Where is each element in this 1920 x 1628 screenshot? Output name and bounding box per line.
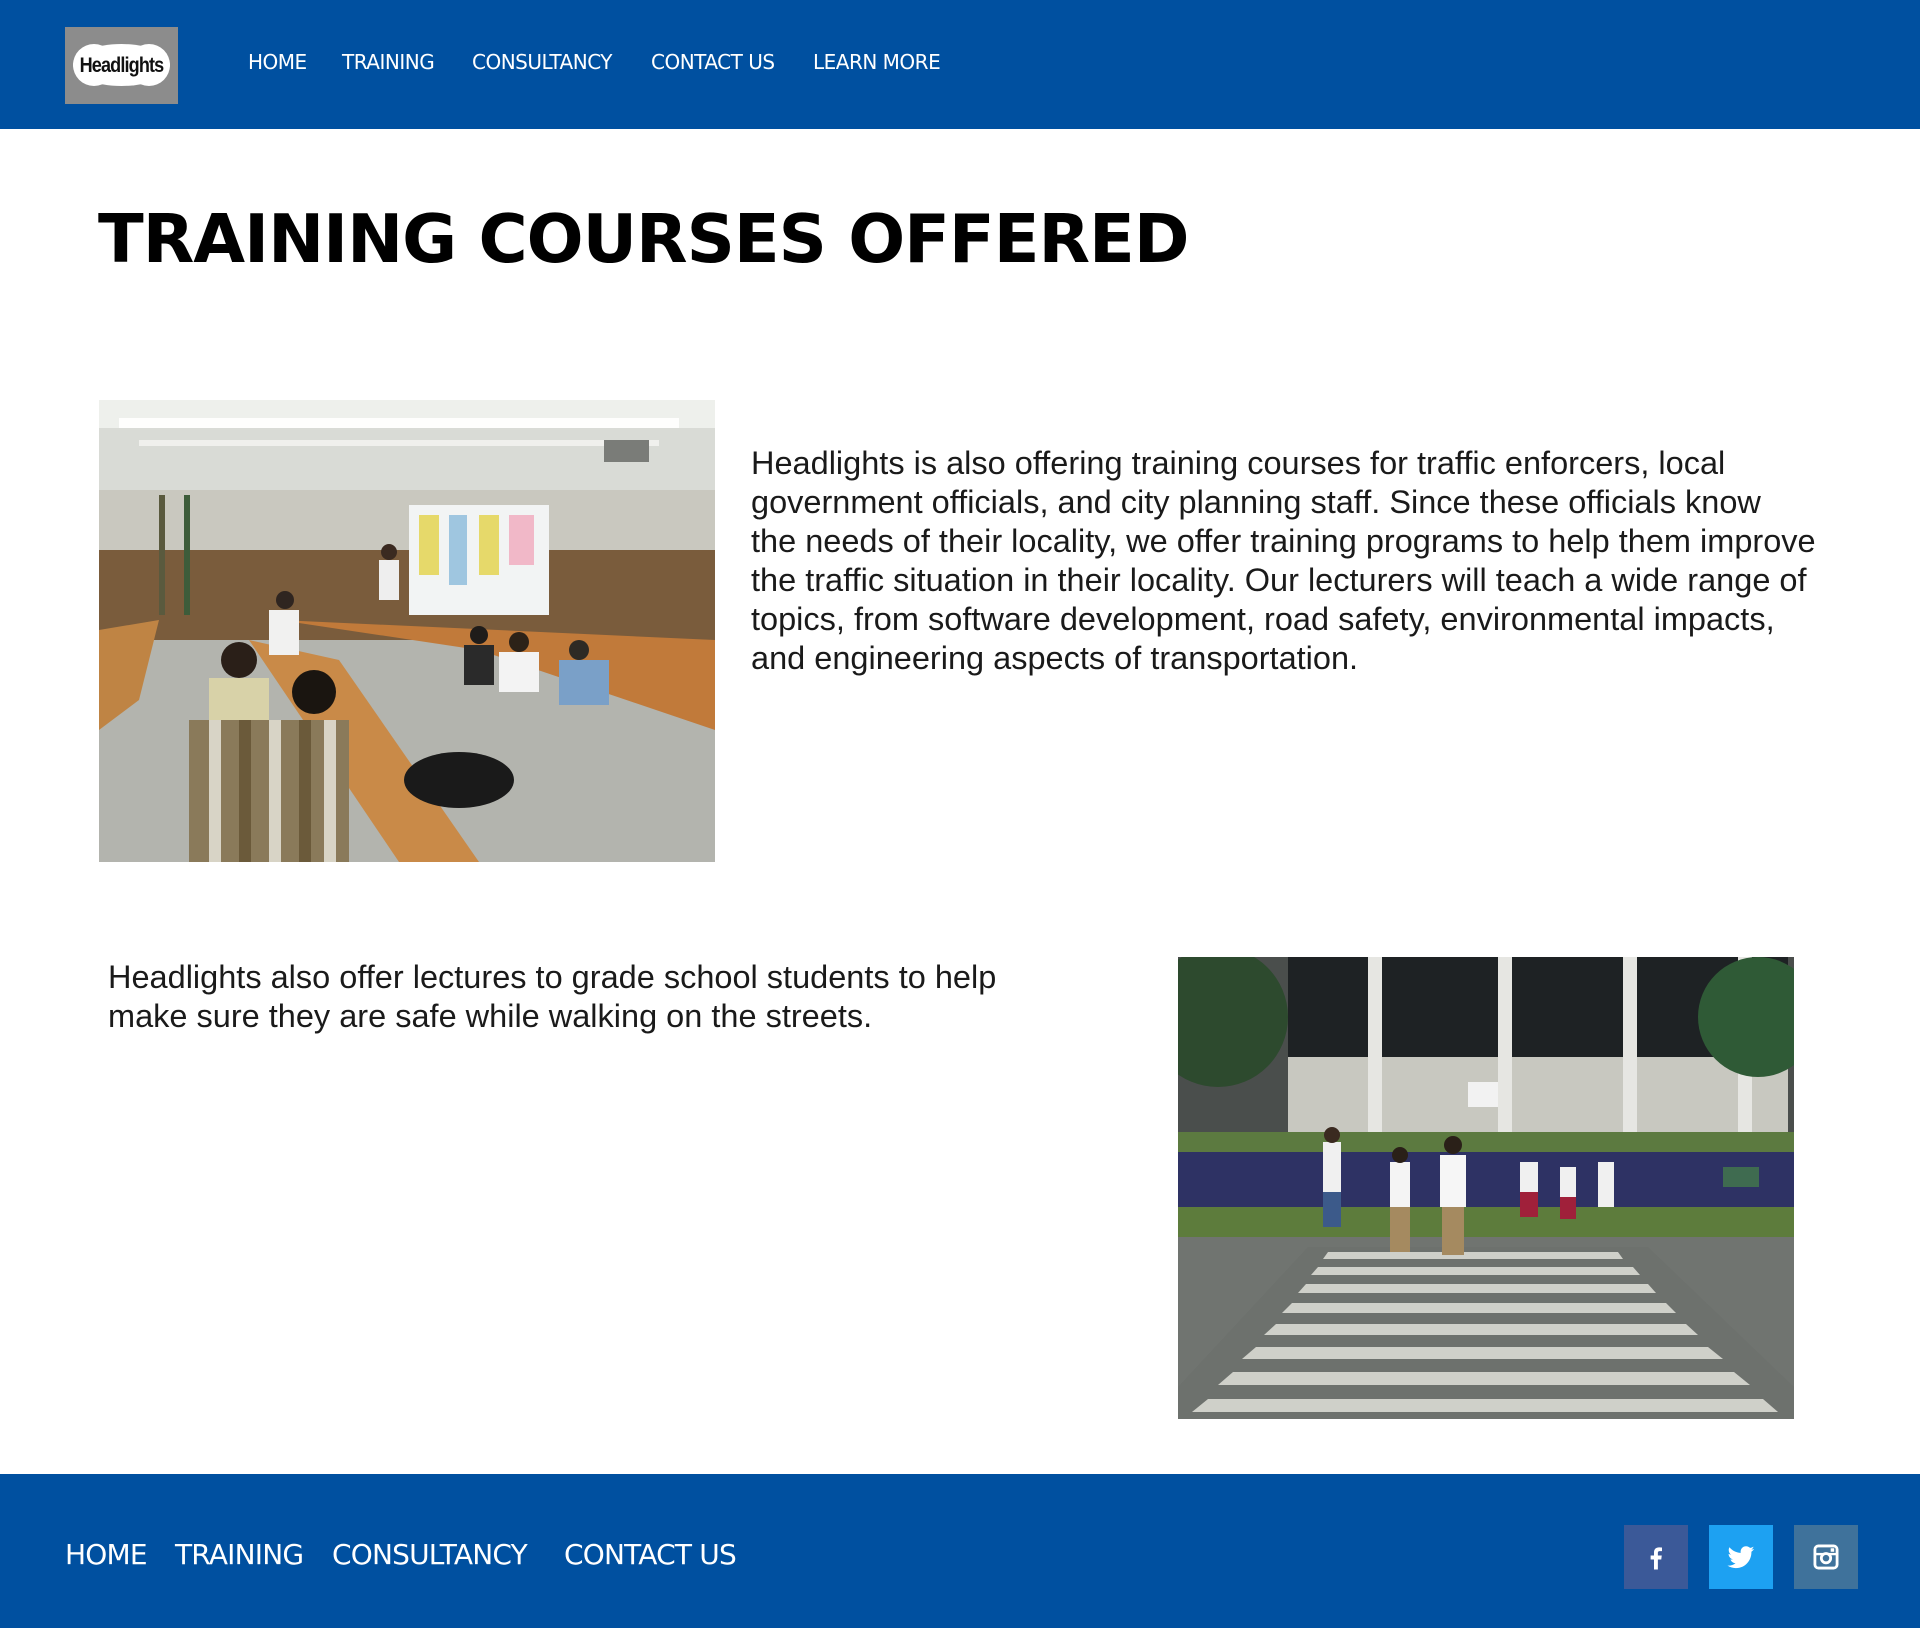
paragraph-line: government officials, and city planning … bbox=[751, 484, 1761, 520]
twitter-icon bbox=[1727, 1546, 1755, 1569]
paragraph-line: Headlights is also offering training cou… bbox=[751, 445, 1726, 481]
footer-nav-contact-us[interactable]: CONTACT US bbox=[564, 1538, 737, 1571]
instagram-button[interactable] bbox=[1794, 1525, 1858, 1589]
footer-nav-consultancy[interactable]: CONSULTANCY bbox=[332, 1538, 528, 1571]
nav-contact-us[interactable]: CONTACT US bbox=[651, 50, 775, 74]
paragraph-line: and engineering aspects of transportatio… bbox=[751, 640, 1359, 676]
students-crosswalk-photo bbox=[1178, 957, 1794, 1419]
headlights-logo[interactable]: Headlights bbox=[65, 27, 178, 104]
paragraph-line: Headlights also offer lectures to grade … bbox=[108, 959, 997, 995]
twitter-button[interactable] bbox=[1709, 1525, 1773, 1589]
footer-nav-home[interactable]: HOME bbox=[65, 1538, 148, 1571]
paragraph-line: the traffic situation in their locality.… bbox=[751, 562, 1807, 598]
site-header: Headlights HOME TRAINING CONSULTANCY CON… bbox=[0, 0, 1920, 129]
page-title: TRAINING COURSES OFFERED bbox=[98, 200, 1189, 278]
nav-home[interactable]: HOME bbox=[248, 50, 307, 74]
facebook-icon bbox=[1650, 1547, 1662, 1570]
nav-training[interactable]: TRAINING bbox=[342, 50, 435, 74]
paragraph-line: the needs of their locality, we offer tr… bbox=[751, 523, 1816, 559]
footer-nav-training[interactable]: TRAINING bbox=[175, 1538, 304, 1571]
nav-consultancy[interactable]: CONSULTANCY bbox=[472, 50, 613, 74]
paragraph-line: topics, from software development, road … bbox=[751, 601, 1775, 637]
facebook-button[interactable] bbox=[1624, 1525, 1688, 1589]
nav-learn-more[interactable]: LEARN MORE bbox=[813, 50, 941, 74]
logo-text: Headlights bbox=[79, 54, 165, 77]
training-classroom-photo bbox=[99, 400, 715, 862]
paragraph-line: make sure they are safe while walking on… bbox=[108, 998, 873, 1034]
instagram-icon bbox=[1813, 1544, 1839, 1570]
student-lectures-description: Headlights also offer lectures to grade … bbox=[108, 958, 996, 1036]
training-description: Headlights is also offering training cou… bbox=[751, 444, 1816, 678]
